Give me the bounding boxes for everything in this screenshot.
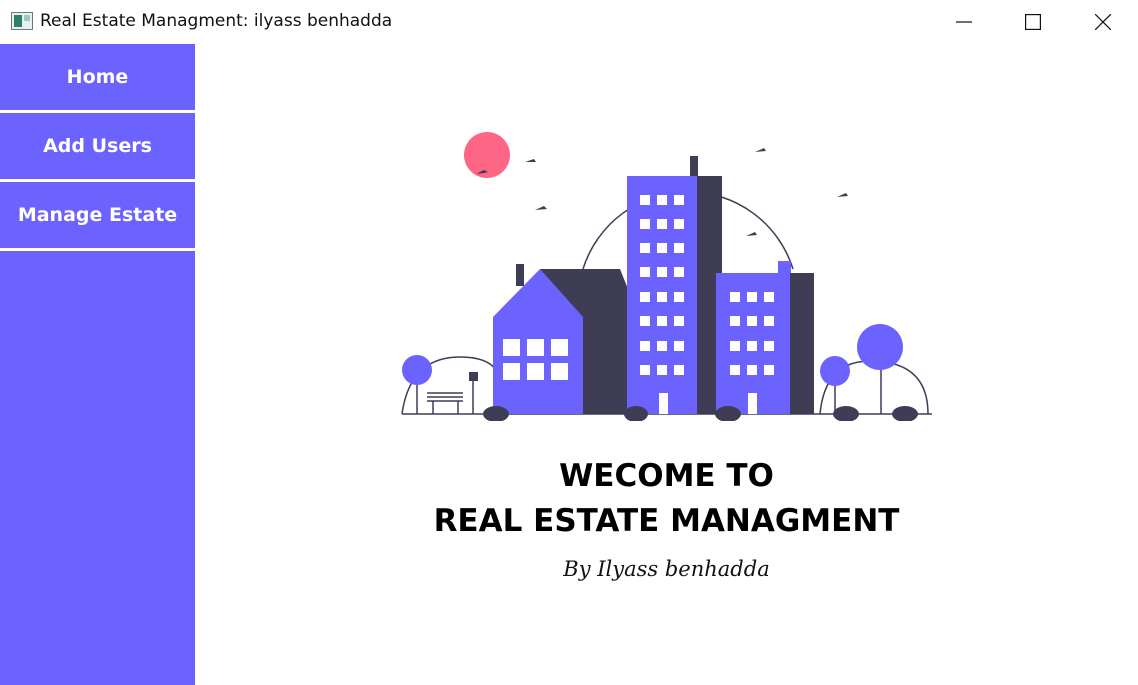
sidebar-item-add-users[interactable]: Add Users (0, 113, 195, 182)
title-bar: Real Estate Managment: ilyass benhadda (0, 0, 1138, 44)
app-window: Real Estate Managment: ilyass benhadda H… (0, 0, 1138, 685)
city-buildings-illustration (401, 132, 932, 421)
welcome-heading-line1: WECOME TO (559, 458, 774, 494)
close-button[interactable] (1068, 0, 1138, 44)
minimize-button[interactable] (929, 0, 999, 44)
sidebar-item-manage-estate[interactable]: Manage Estate (0, 182, 195, 251)
main-content: WECOME TO REAL ESTATE MANAGMENT By Ilyas… (195, 44, 1138, 685)
window-title: Real Estate Managment: ilyass benhadda (40, 11, 393, 31)
sidebar: Home Add Users Manage Estate (0, 44, 195, 685)
maximize-button[interactable] (998, 0, 1068, 44)
sun-shape (464, 132, 510, 178)
author-byline: By Ilyass benhadda (563, 557, 770, 581)
maximize-icon (1025, 14, 1041, 30)
welcome-heading-line2: REAL ESTATE MANAGMENT (433, 503, 900, 539)
close-icon (1095, 14, 1111, 30)
minimize-icon (956, 21, 972, 23)
sidebar-item-home[interactable]: Home (0, 44, 195, 113)
app-window-icon (11, 12, 33, 30)
